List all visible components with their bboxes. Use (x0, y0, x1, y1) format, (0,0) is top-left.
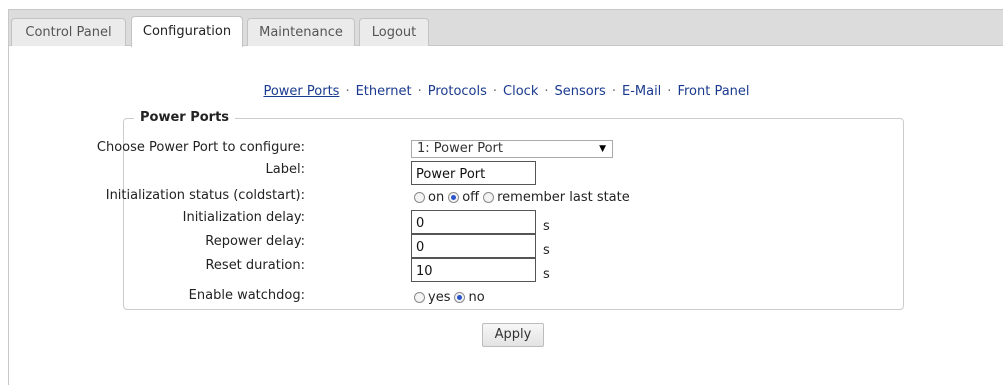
watchdog-yes-option[interactable]: yes (414, 290, 450, 305)
tab-maintenance[interactable]: Maintenance (247, 18, 355, 46)
subnav-front-panel[interactable]: Front Panel (677, 84, 749, 99)
reset-duration-label: Reset duration: (205, 258, 305, 273)
radio-yes-label: yes (428, 290, 451, 305)
tab-bar: Control Panel Configuration Maintenance … (9, 10, 1003, 47)
watchdog-radio-group: yes no (414, 290, 489, 305)
init-status-on-option[interactable]: on (414, 190, 444, 205)
init-delay-unit: s (543, 219, 550, 234)
radio-remember-label: remember last state (497, 190, 630, 205)
radio-no[interactable] (454, 292, 466, 303)
config-subnav: Power Ports · Ethernet · Protocols · Clock · Sen… (9, 84, 1003, 99)
subnav-separator: · (417, 84, 422, 99)
subnav-separator: · (611, 84, 616, 99)
init-status-off-option[interactable]: off (448, 190, 479, 205)
radio-yes[interactable] (414, 292, 425, 303)
tab-logout[interactable]: Logout (359, 18, 429, 46)
fieldset-legend: Power Ports (134, 110, 236, 125)
subnav-separator: · (345, 84, 350, 99)
tab-control-panel[interactable]: Control Panel (11, 18, 126, 46)
repower-delay-label: Repower delay: (205, 234, 305, 249)
radio-off-label: off (462, 190, 480, 205)
init-status-remember-option[interactable]: remember last state (483, 190, 630, 205)
repower-delay-unit: s (543, 243, 550, 258)
reset-duration-unit: s (543, 267, 550, 282)
power-port-select-value: 1: Power Port (417, 141, 503, 156)
tab-configuration[interactable]: Configuration (131, 16, 243, 47)
label-field-label: Label: (265, 162, 305, 177)
power-ports-fieldset: Power Ports Choose Power Port to configu… (97, 110, 904, 310)
subnav-ethernet[interactable]: Ethernet (356, 84, 412, 99)
init-delay-input[interactable] (411, 210, 536, 234)
power-port-select[interactable]: 1: Power Port ▼ (411, 140, 613, 158)
radio-no-label: no (468, 290, 485, 305)
radio-off[interactable] (448, 192, 460, 203)
main-frame: Control Panel Configuration Maintenance … (8, 9, 1003, 385)
subnav-sensors[interactable]: Sensors (555, 84, 606, 99)
init-status-label: Initialization status (coldstart): (105, 188, 305, 203)
port-select-label: Choose Power Port to configure: (96, 140, 305, 155)
subnav-separator: · (667, 84, 672, 99)
label-input[interactable] (411, 161, 536, 185)
subnav-email[interactable]: E-Mail (622, 84, 661, 99)
init-status-radio-group: on off remember last state (414, 190, 634, 205)
subnav-power-ports[interactable]: Power Ports (263, 84, 339, 99)
radio-remember-last-state[interactable] (483, 192, 495, 203)
watchdog-no-option[interactable]: no (454, 290, 485, 305)
subnav-protocols[interactable]: Protocols (428, 84, 487, 99)
subnav-separator: · (544, 84, 549, 99)
watchdog-label: Enable watchdog: (188, 288, 305, 303)
reset-duration-input[interactable] (411, 258, 536, 282)
subnav-separator: · (492, 84, 498, 99)
repower-delay-input[interactable] (411, 234, 536, 258)
radio-on[interactable] (414, 192, 425, 203)
radio-on-label: on (428, 190, 445, 205)
chevron-down-icon: ▼ (599, 144, 606, 154)
apply-button[interactable]: Apply (482, 323, 544, 347)
subnav-clock[interactable]: Clock (503, 84, 538, 99)
init-delay-label: Initialization delay: (182, 210, 305, 225)
